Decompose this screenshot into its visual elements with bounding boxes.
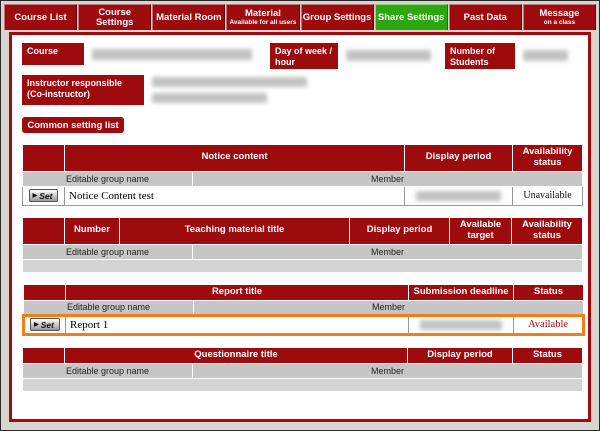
notice-status-cell: Unavailable — [513, 186, 583, 205]
material-period-header: Display period — [350, 217, 450, 244]
report-set-cell: ▶Set — [24, 315, 66, 334]
notice-row: ▶Set Notice Content test Unavailable — [23, 186, 583, 205]
notice-group-subheader: Editable group name — [23, 171, 193, 186]
material-empty-row — [23, 259, 583, 272]
tab-label: Share Settings — [378, 13, 445, 23]
notice-member-subheader: Member — [193, 171, 583, 186]
tab-label: Course Settings — [79, 8, 150, 28]
report-status-header: Status — [514, 284, 584, 300]
tab-past-data[interactable]: Past Data — [449, 4, 522, 30]
tab-sublabel: Available for all users — [229, 20, 296, 27]
tab-label: Course List — [14, 13, 66, 23]
notice-table: Notice content Display period Availabili… — [22, 144, 583, 206]
share-settings-page: Course List Course Settings Material Roo… — [0, 0, 600, 431]
tab-course-settings[interactable]: Course Settings — [78, 4, 151, 30]
report-group-subheader: Editable group name — [24, 300, 194, 315]
blurred-instructor-name — [152, 77, 307, 87]
report-deadline-cell — [409, 315, 514, 334]
material-member-subheader: Member — [193, 244, 583, 259]
tab-material-room[interactable]: Material Room — [152, 4, 225, 30]
report-status-cell: Available — [514, 315, 584, 334]
report-deadline-header: Submission deadline — [409, 284, 514, 300]
notice-period-cell — [405, 186, 513, 205]
tab-material[interactable]: Material Available for all users — [226, 4, 299, 30]
course-label: Course — [22, 43, 84, 65]
material-target-header: Available target — [450, 217, 512, 244]
blurred-display-period — [416, 191, 501, 201]
blurred-submission-deadline — [420, 320, 503, 330]
tab-sublabel: on a class — [544, 20, 575, 27]
material-status-header: Availability status — [512, 217, 583, 244]
tab-course-list[interactable]: Course List — [4, 4, 77, 30]
questionnaire-member-subheader: Member — [193, 363, 583, 378]
questionnaire-title-header: Questionnaire title — [65, 347, 408, 363]
instructor-row: Instructor responsible (Co-instructor) — [22, 75, 578, 105]
questionnaire-status-header: Status — [513, 347, 583, 363]
report-table: Report title Submission deadline Status … — [22, 284, 585, 336]
notice-period-header: Display period — [405, 145, 513, 172]
course-info-row: Course Day of week / hour Number of Stud… — [22, 43, 578, 69]
tab-group-settings[interactable]: Group Settings — [301, 4, 374, 30]
questionnaire-empty-row — [23, 378, 583, 391]
blurred-course-name — [92, 49, 252, 60]
blurred-student-count — [523, 50, 568, 61]
notice-content-header: Notice content — [65, 145, 405, 172]
report-set-column-header — [24, 284, 66, 300]
report-row-highlighted: ▶Set Report 1 Available — [24, 315, 584, 334]
material-set-column-header — [23, 217, 65, 244]
report-set-button[interactable]: ▶Set — [30, 318, 60, 331]
tab-label: Past Data — [464, 13, 507, 23]
set-button-label: Set — [39, 191, 52, 201]
blurred-day-hour — [346, 50, 431, 61]
notice-set-cell: ▶Set — [23, 186, 65, 205]
material-group-subheader: Editable group name — [23, 244, 193, 259]
notice-content-cell: Notice Content test — [65, 186, 405, 205]
tab-label: Material — [245, 9, 281, 19]
common-setting-list-button[interactable]: Common setting list — [22, 117, 124, 133]
questionnaire-set-column-header — [23, 347, 65, 363]
report-title-cell: Report 1 — [66, 315, 409, 334]
notice-status-header: Availability status — [513, 145, 583, 172]
notice-set-column-header — [23, 145, 65, 172]
number-of-students-label: Number of Students — [445, 43, 515, 69]
report-title-header: Report title — [66, 284, 409, 300]
questionnaire-group-subheader: Editable group name — [23, 363, 193, 378]
play-icon: ▶ — [33, 192, 38, 199]
report-member-subheader: Member — [194, 300, 584, 315]
main-panel: Course Day of week / hour Number of Stud… — [9, 32, 591, 422]
set-button-label: Set — [41, 320, 54, 330]
tab-label: Group Settings — [303, 13, 372, 23]
blurred-co-instructor-name — [152, 93, 267, 103]
instructor-values — [144, 75, 307, 105]
play-icon: ▶ — [34, 321, 39, 328]
tab-label: Material Room — [156, 13, 221, 23]
tab-message[interactable]: Message on a class — [523, 4, 596, 30]
teaching-material-table: Number Teaching material title Display p… — [22, 217, 583, 273]
material-title-header: Teaching material title — [120, 217, 350, 244]
day-of-week-label: Day of week / hour — [270, 43, 338, 69]
material-number-header: Number — [65, 217, 120, 244]
questionnaire-table: Questionnaire title Display period Statu… — [22, 347, 583, 392]
tab-label: Message — [539, 9, 579, 19]
questionnaire-period-header: Display period — [408, 347, 513, 363]
tab-bar: Course List Course Settings Material Roo… — [1, 1, 599, 30]
notice-set-button[interactable]: ▶Set — [29, 189, 59, 202]
tab-share-settings[interactable]: Share Settings — [375, 4, 448, 30]
instructor-label: Instructor responsible (Co-instructor) — [22, 75, 144, 105]
